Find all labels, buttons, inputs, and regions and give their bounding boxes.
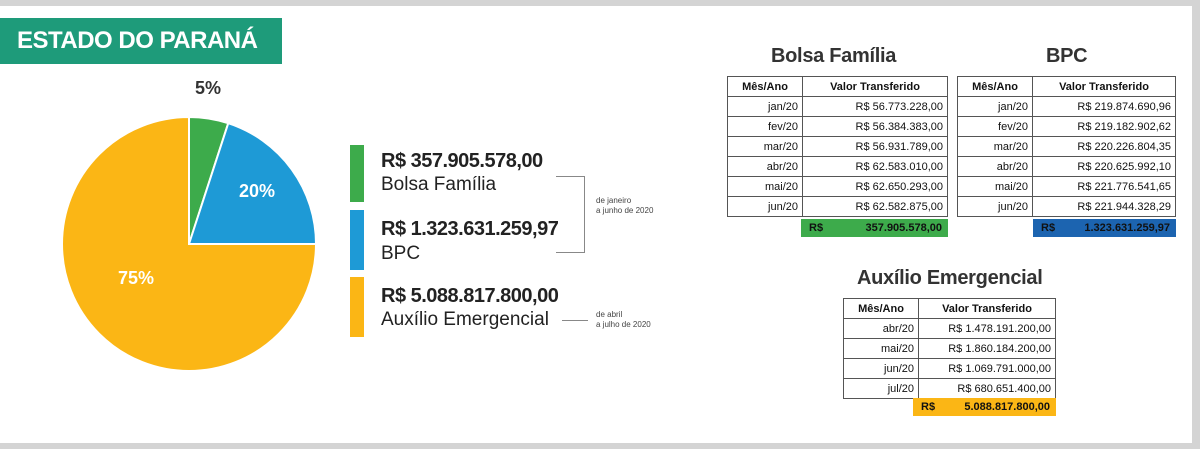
month-cell: mar/20 — [957, 136, 1033, 157]
value-cell: R$ 680.651.400,00 — [918, 378, 1056, 399]
table-row: mai/20 R$ 1.860.184.200,00 — [843, 338, 1056, 359]
period-line-2: a junho de 2020 — [596, 206, 654, 215]
month-cell: jan/20 — [727, 96, 803, 117]
value-cell: R$ 62.650.293,00 — [802, 176, 948, 197]
legend-amount-auxilio: R$ 5.088.817.800,00 — [381, 285, 559, 307]
value-cell: R$ 221.776.541,65 — [1032, 176, 1176, 197]
total-value: 1.323.631.259,97 — [1084, 222, 1170, 234]
month-cell: jun/20 — [727, 196, 803, 217]
table-row: mai/20 R$ 221.776.541,65 — [957, 176, 1176, 197]
column-header: Valor Transferido — [802, 76, 948, 97]
month-cell: jan/20 — [957, 96, 1033, 117]
value-cell: R$ 1.478.191.200,00 — [918, 318, 1056, 339]
pie-chart: 5% 20% 75% — [61, 78, 318, 372]
table-title-bpc: BPC — [1046, 45, 1088, 67]
value-cell: R$ 1.069.791.000,00 — [918, 358, 1056, 379]
legend-swatch-bpc — [350, 210, 364, 270]
pie-label: 5% — [195, 78, 221, 98]
table-row: jan/20 R$ 219.874.690,96 — [957, 96, 1176, 117]
value-cell: R$ 221.944.328,29 — [1032, 196, 1176, 217]
legend-swatch-auxilio — [350, 277, 364, 337]
table-row: mar/20 R$ 220.226.804,35 — [957, 136, 1176, 157]
legend-name-auxilio: Auxílio Emergencial — [381, 309, 549, 330]
table-row: abr/20 R$ 62.583.010,00 — [727, 156, 948, 177]
table-row: jan/20 R$ 56.773.228,00 — [727, 96, 948, 117]
table-row: abr/20 R$ 220.625.992,10 — [957, 156, 1176, 177]
value-cell: R$ 220.226.804,35 — [1032, 136, 1176, 157]
total-bolsa: R$ 357.905.578,00 — [801, 219, 948, 237]
value-cell: R$ 219.182.902,62 — [1032, 116, 1176, 137]
legend-amount-bpc: R$ 1.323.631.259,97 — [381, 218, 559, 240]
total-bpc: R$ 1.323.631.259,97 — [1033, 219, 1176, 237]
month-cell: mai/20 — [727, 176, 803, 197]
table-bpc: Mês/Ano Valor Transferido jan/20 R$ 219.874… — [957, 76, 1176, 217]
total-currency: R$ — [921, 401, 936, 413]
column-header: Valor Transferido — [918, 298, 1056, 319]
month-cell: abr/20 — [843, 318, 919, 339]
pie-label: 20% — [239, 181, 275, 201]
table-row: fev/20 R$ 56.384.383,00 — [727, 116, 948, 137]
month-cell: abr/20 — [957, 156, 1033, 177]
month-cell: abr/20 — [727, 156, 803, 177]
column-header: Valor Transferido — [1032, 76, 1176, 97]
value-cell: R$ 1.860.184.200,00 — [918, 338, 1056, 359]
value-cell: R$ 62.582.875,00 — [802, 196, 948, 217]
value-cell: R$ 220.625.992,10 — [1032, 156, 1176, 177]
column-header: Mês/Ano — [957, 76, 1033, 97]
table-row: mar/20 R$ 56.931.789,00 — [727, 136, 948, 157]
total-value: 357.905.578,00 — [865, 222, 942, 234]
total-currency: R$ — [1041, 222, 1056, 234]
value-cell: R$ 56.384.383,00 — [802, 116, 948, 137]
table-row: jun/20 R$ 221.944.328,29 — [957, 196, 1176, 217]
month-cell: fev/20 — [727, 116, 803, 137]
table-row: jun/20 R$ 1.069.791.000,00 — [843, 358, 1056, 379]
month-cell: mar/20 — [727, 136, 803, 157]
legend-swatch-bolsa — [350, 145, 364, 202]
period-label-jan-jun: de janeiro a junho de 2020 — [596, 196, 653, 216]
period-bracket — [556, 176, 585, 253]
month-cell: jun/20 — [843, 358, 919, 379]
total-value: 5.088.817.800,00 — [964, 401, 1050, 413]
pie-label: 75% — [118, 268, 154, 288]
table-bolsa: Mês/Ano Valor Transferido jan/20 R$ 56.773.… — [727, 76, 948, 217]
month-cell: jul/20 — [843, 378, 919, 399]
table-title-auxilio: Auxílio Emergencial — [857, 267, 1043, 289]
total-auxilio: R$ 5.088.817.800,00 — [913, 398, 1056, 416]
table-row: jul/20 R$ 680.651.400,00 — [843, 378, 1056, 399]
value-cell: R$ 219.874.690,96 — [1032, 96, 1176, 117]
table-row: abr/20 R$ 1.478.191.200,00 — [843, 318, 1056, 339]
period-line-1: de janeiro — [596, 196, 632, 205]
table-title-bolsa: Bolsa Família — [771, 45, 897, 67]
legend-name-bpc: BPC — [381, 243, 421, 264]
column-header: Mês/Ano — [727, 76, 803, 97]
month-cell: jun/20 — [957, 196, 1033, 217]
value-cell: R$ 56.931.789,00 — [802, 136, 948, 157]
total-currency: R$ — [809, 222, 824, 234]
legend-name-bolsa: Bolsa Família — [381, 174, 497, 195]
table-auxilio: Mês/Ano Valor Transferido abr/20 R$ 1.478.1… — [843, 298, 1056, 399]
period-line-1: de abril — [596, 310, 623, 319]
period-connector — [562, 320, 588, 321]
period-line-2: a julho de 2020 — [596, 320, 651, 329]
column-header: Mês/Ano — [843, 298, 919, 319]
period-label-abr-jul: de abril a julho de 2020 — [596, 310, 651, 330]
table-row: mai/20 R$ 62.650.293,00 — [727, 176, 948, 197]
legend-amount-bolsa: R$ 357.905.578,00 — [381, 150, 543, 172]
value-cell: R$ 62.583.010,00 — [802, 156, 948, 177]
table-row: jun/20 R$ 62.582.875,00 — [727, 196, 948, 217]
month-cell: mai/20 — [843, 338, 919, 359]
value-cell: R$ 56.773.228,00 — [802, 96, 948, 117]
month-cell: mai/20 — [957, 176, 1033, 197]
month-cell: fev/20 — [957, 116, 1033, 137]
table-row: fev/20 R$ 219.182.902,62 — [957, 116, 1176, 137]
